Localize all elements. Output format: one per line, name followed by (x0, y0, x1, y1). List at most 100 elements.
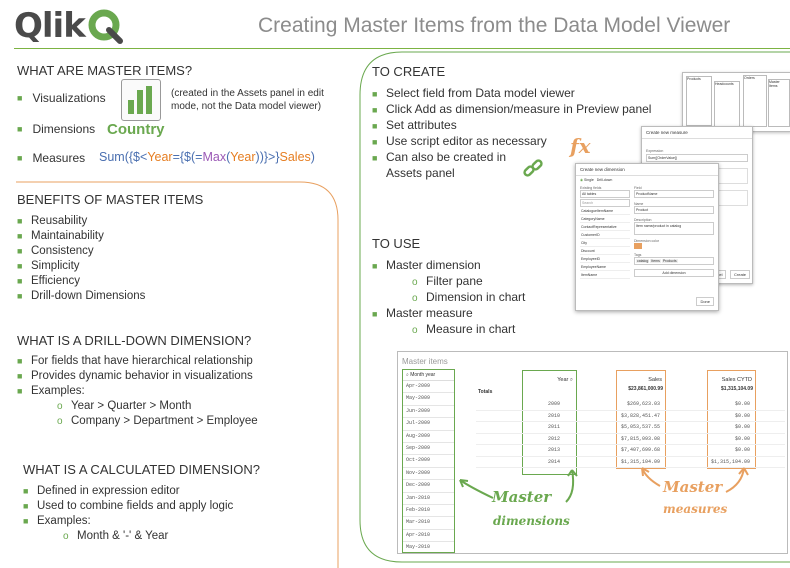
example-text: Month & '-' & Year (77, 530, 169, 542)
field-list-item[interactable]: CatalogueItemName (580, 207, 630, 215)
square-bullet-icon: ■ (17, 93, 23, 103)
tag-chip: Items (650, 259, 661, 263)
properties-column: Field ProductName Name Product Descripti… (634, 186, 714, 277)
master-items-panel: Master items ⌕ Month year Apr-2009 May-20… (397, 351, 788, 554)
visualizations-note: (created in the Assets panel in edit mod… (171, 88, 324, 112)
table-box: Headcounts (714, 81, 740, 127)
visualizations-label: Visualizations (32, 91, 106, 105)
list-item: ■ Master measure (372, 306, 473, 320)
tags-field[interactable]: catalog Items Products (634, 257, 714, 265)
list-item: ■ Examples: (23, 515, 91, 527)
color-swatch[interactable] (634, 243, 642, 249)
add-dimension-button[interactable]: Add dimension (634, 269, 714, 277)
done-button[interactable]: Done (696, 297, 714, 306)
annotation-master-dim: Master (492, 488, 552, 506)
dialog-title: Create new dimension (576, 164, 718, 176)
create-step: Set attributes (386, 118, 457, 132)
expr-sum: Sum( (99, 150, 129, 164)
color-label: Dimension color (634, 239, 660, 243)
use-sub-text: Filter pane (426, 274, 483, 288)
list-item: ■ Reusability (17, 215, 88, 227)
tab-single[interactable]: Single (584, 178, 594, 182)
table-box: Master Items (768, 79, 790, 127)
desc-value[interactable]: Item name/product in catalog (634, 222, 714, 235)
benefits-title: BENEFITS OF MASTER ITEMS (17, 192, 204, 207)
field-list-item[interactable]: EmployeeID (580, 255, 630, 263)
list-item: ■ Maintainability (17, 230, 104, 242)
field-list-item[interactable]: CustomerID (580, 231, 630, 239)
list-item: ■ Drill-down Dimensions (17, 290, 146, 302)
tables-select[interactable]: All tables (580, 190, 630, 198)
square-bullet-icon: ■ (17, 153, 23, 163)
name-value[interactable]: Product (634, 206, 714, 214)
field-list-item[interactable]: City (580, 239, 630, 247)
field-value[interactable]: ProductName (634, 190, 714, 198)
list-item: ■ Examples: (17, 385, 85, 397)
use-sub-text: Measure in chart (426, 322, 516, 336)
list-item: ■ Defined in expression editor (23, 485, 180, 497)
table-header: Master Items (769, 80, 780, 88)
create-step: Click Add as dimension/measure in Previe… (386, 102, 652, 116)
drilldown-list: ■ For fields that have hierarchical relat… (17, 354, 258, 429)
create-step: Can also be created in (386, 150, 507, 164)
drilldown-text: For fields that have hierarchical relati… (31, 355, 253, 367)
create-step: Use script editor as necessary (386, 134, 547, 148)
to-use-title: TO USE (372, 236, 421, 251)
create-button[interactable]: Create (730, 270, 751, 279)
expr-open: {$< (128, 150, 148, 164)
sub-item: o Filter pane (412, 274, 483, 288)
dimension-example: Country (107, 121, 165, 138)
list-item: ■ Provides dynamic behavior in visualizat… (17, 370, 253, 382)
tab-drilldown[interactable]: Drill-down (597, 178, 613, 182)
sub-item: o Month & '-' & Year (63, 530, 169, 542)
tag-chip: catalog (636, 259, 650, 263)
expr-end: ) (310, 150, 315, 164)
create-step: Assets panel (386, 166, 455, 180)
fields-list: CatalogueItemName CategoryName ContactRepr… (580, 207, 630, 279)
radio-icon: ◉ (580, 178, 584, 182)
fx-icon: fx (570, 134, 591, 158)
calculated-text: Used to combine fields and apply logic (37, 500, 234, 512)
what-are-title: WHAT ARE MASTER ITEMS? (17, 63, 193, 78)
list-item: ■ Master dimension (372, 258, 481, 272)
to-use-list: ■ Master dimension o Filter pane o Dimensio… (372, 258, 525, 338)
use-text: Master measure (386, 306, 473, 320)
benefit-text: Drill-down Dimensions (31, 290, 146, 302)
calculated-list: ■ Defined in expression editor ■ Used to c… (23, 484, 233, 544)
list-item: ■ Consistency (17, 245, 94, 257)
square-bullet-icon: ■ (17, 124, 23, 134)
table-header: Products (687, 77, 701, 81)
dialog-title: Create new measure (642, 127, 752, 139)
expr-eq: ={$(= (172, 150, 203, 164)
bar-chart-icon (121, 79, 161, 121)
field-label: Expression (646, 149, 664, 153)
benefit-text: Consistency (31, 245, 94, 257)
example-text: Company > Department > Employee (71, 415, 258, 427)
drilldown-text: Provides dynamic behavior in visualizati… (31, 370, 253, 382)
dimensions-row: ■ Dimensions (17, 122, 95, 136)
expr-close: ))}>} (255, 150, 280, 164)
drilldown-title: WHAT IS A DRILL-DOWN DIMENSION? (17, 333, 252, 348)
tag-chip: Products (661, 259, 678, 263)
create-step: Select field from Data model viewer (386, 86, 575, 100)
table-box: Products (686, 76, 712, 126)
list-item: ■ Efficiency (17, 275, 81, 287)
list-item: ■ For fields that have hierarchical relat… (17, 355, 253, 367)
search-input[interactable]: Search (580, 199, 630, 207)
calculated-text: Defined in expression editor (37, 485, 180, 497)
field-list-item[interactable]: ContactRepresentative (580, 223, 630, 231)
field-list-item[interactable]: ItemName (580, 271, 630, 279)
field-list-item[interactable]: Discount (580, 247, 630, 255)
calculated-title: WHAT IS A CALCULATED DIMENSION? (23, 462, 260, 477)
field-list-item[interactable]: CategoryName (580, 215, 630, 223)
expr-year1: Year (147, 150, 173, 164)
list-item: ■ Used to combine fields and apply logic (23, 500, 234, 512)
field-list-item[interactable]: EmployeeName (580, 263, 630, 271)
measures-row: ■ Measures (17, 151, 85, 165)
table-header: Orders (744, 76, 755, 80)
annotation-master-meas: Master (663, 478, 723, 496)
expr-max: Max (202, 150, 227, 164)
link-icon (522, 158, 544, 185)
list-item: ■ Set attributes (372, 118, 457, 132)
benefits-list: ■ Reusability ■ Maintainability ■ Consisten… (17, 214, 145, 304)
